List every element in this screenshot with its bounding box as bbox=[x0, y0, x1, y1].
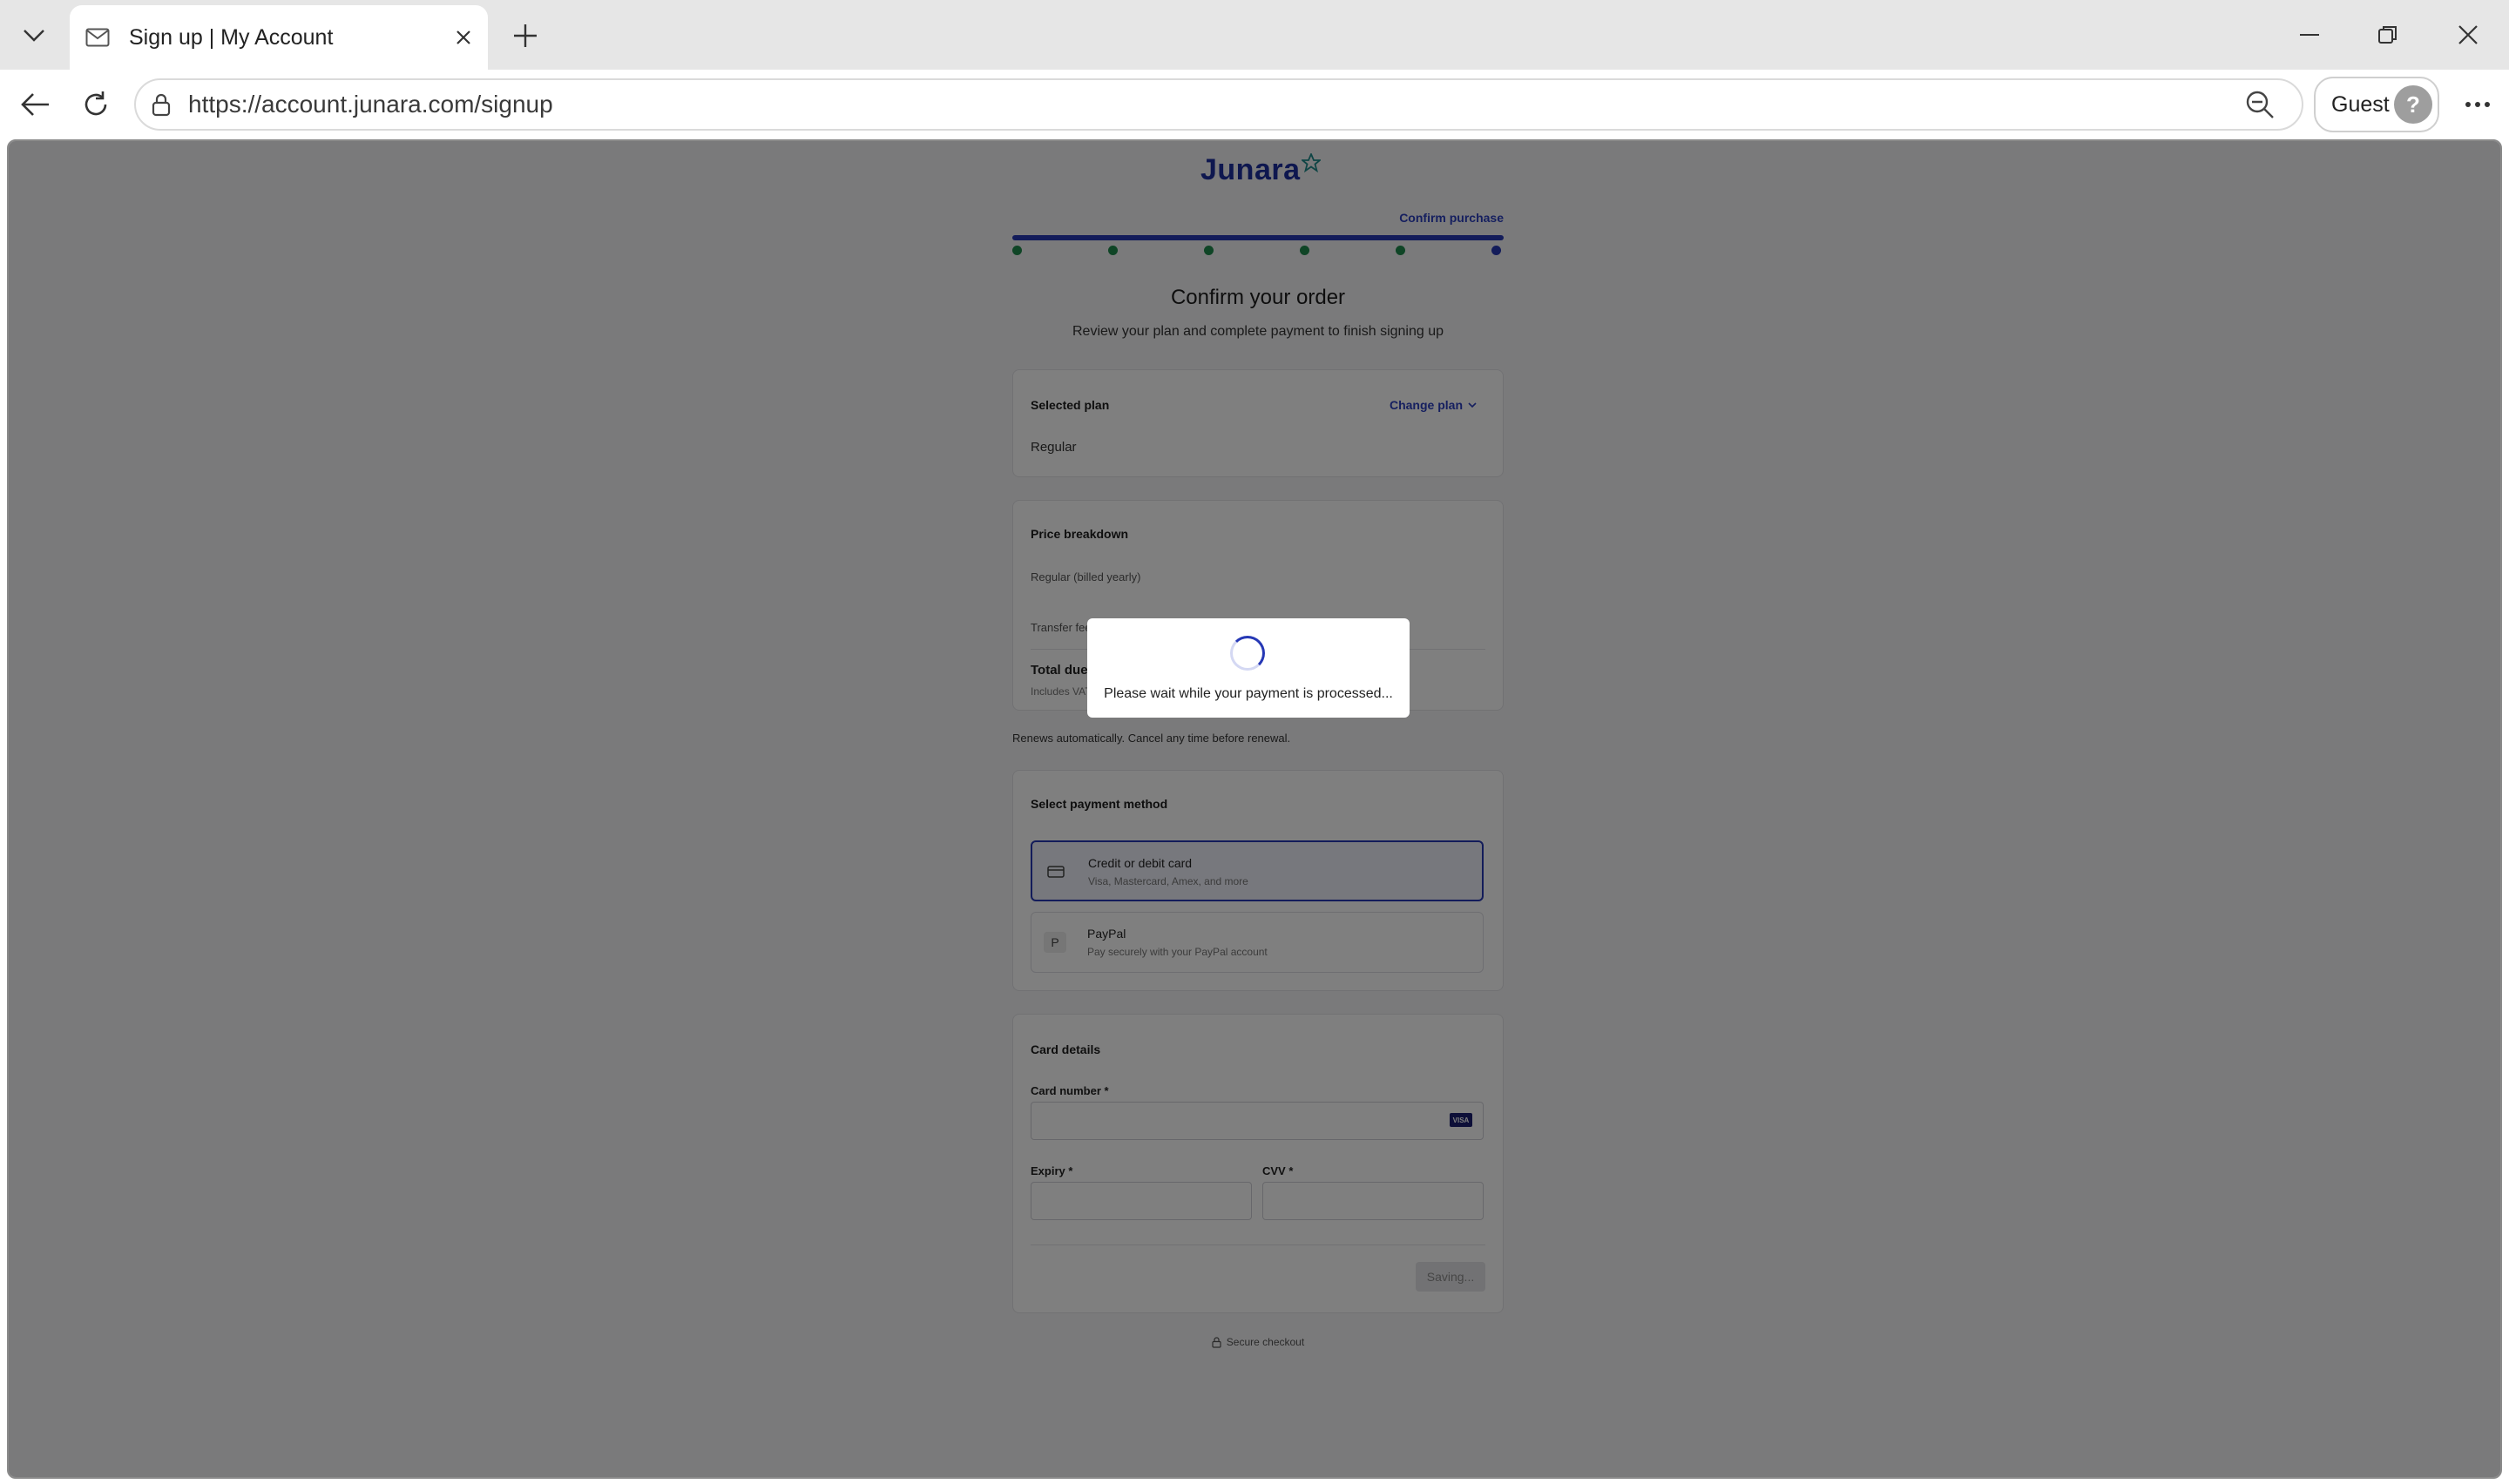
reload-button[interactable] bbox=[73, 82, 118, 127]
restore-icon bbox=[2378, 26, 2397, 44]
minimize-button[interactable] bbox=[2279, 10, 2340, 59]
minimize-icon bbox=[2300, 34, 2319, 36]
tab-list-button[interactable] bbox=[12, 16, 56, 56]
zoom-button[interactable] bbox=[2239, 84, 2281, 125]
new-tab-button[interactable] bbox=[504, 14, 547, 57]
chevron-down-icon bbox=[24, 30, 44, 42]
browser-tab-active[interactable]: Sign up | My Account bbox=[70, 5, 488, 70]
lock-icon bbox=[152, 93, 171, 117]
zoom-out-icon bbox=[2246, 91, 2274, 118]
profile-button[interactable]: Guest ? bbox=[2314, 77, 2439, 132]
restore-button[interactable] bbox=[2357, 10, 2418, 59]
processing-modal: Please wait while your payment is proces… bbox=[1087, 618, 1410, 718]
close-icon bbox=[2458, 25, 2478, 44]
tab-title: Sign up | My Account bbox=[129, 24, 334, 50]
plus-icon bbox=[514, 24, 537, 47]
close-window-button[interactable] bbox=[2438, 10, 2499, 59]
browser-tab-bar: Sign up | My Account bbox=[0, 0, 2509, 70]
url-text[interactable]: https://account.junara.com/signup bbox=[188, 91, 2239, 118]
modal-backdrop bbox=[9, 141, 2500, 1477]
loading-spinner-icon bbox=[1230, 636, 1265, 671]
browser-toolbar: https://account.junara.com/signup Guest … bbox=[0, 70, 2509, 139]
profile-name: Guest bbox=[2331, 91, 2390, 117]
close-icon[interactable] bbox=[455, 29, 472, 46]
page-viewport: Junara Confirm purchase Confirm your ord… bbox=[7, 139, 2502, 1479]
guest-avatar-icon: ? bbox=[2394, 85, 2432, 124]
address-bar[interactable]: https://account.junara.com/signup bbox=[134, 78, 2303, 131]
arrow-left-icon bbox=[21, 93, 49, 116]
mail-icon bbox=[85, 28, 110, 47]
more-horizontal-icon bbox=[2465, 102, 2490, 107]
back-button[interactable] bbox=[12, 82, 57, 127]
reload-icon bbox=[85, 91, 107, 116]
processing-message: Please wait while your payment is proces… bbox=[1104, 686, 1393, 701]
browser-menu-button[interactable] bbox=[2455, 82, 2500, 127]
